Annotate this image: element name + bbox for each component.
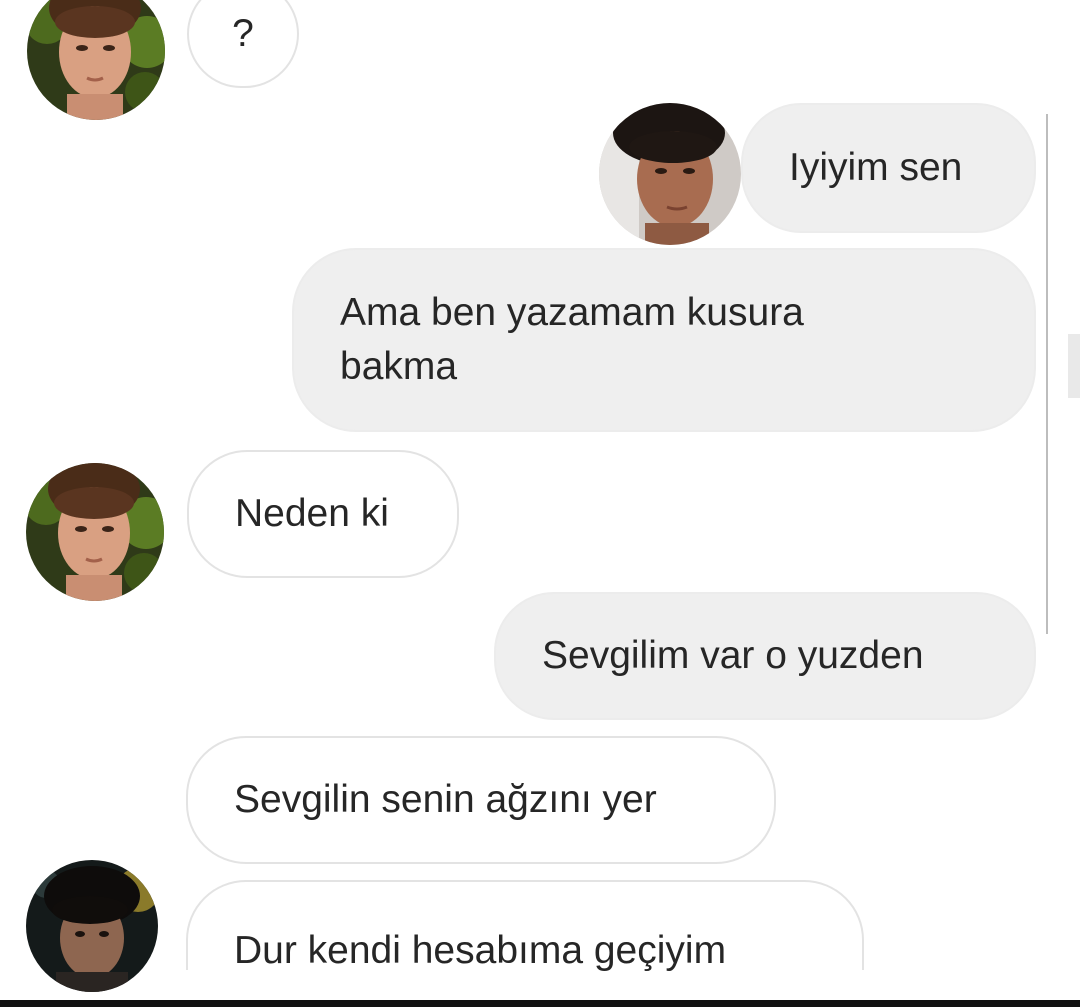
message-bubble-3[interactable]: Ama ben yazamam kusura bakma — [292, 248, 1036, 432]
message-bubble-5[interactable]: Sevgilim var o yuzden — [494, 592, 1036, 720]
message-bubble-4[interactable]: Neden ki — [187, 450, 459, 578]
contact-avatar[interactable] — [27, 0, 165, 120]
message-text: ? — [232, 12, 254, 55]
contact-avatar[interactable] — [26, 463, 164, 601]
message-text: Sevgilim var o yuzden — [542, 634, 924, 677]
scrollbar-track[interactable] — [1046, 114, 1048, 634]
message-bubble-6[interactable]: Sevgilin senin ağzını yer — [186, 736, 776, 864]
self-avatar-photo-icon — [599, 103, 741, 245]
contact-avatar-photo-icon — [27, 0, 165, 120]
message-text: Dur kendi hesabıma geçiyim — [234, 929, 727, 972]
message-thread: ? Iyiyim sen Ama ben yazamam kusura bakm… — [0, 0, 1080, 1000]
bottom-edge-bar — [0, 1000, 1080, 1007]
message-text: Ama ben yazamam kusura bakma — [340, 291, 804, 388]
self-avatar[interactable] — [599, 103, 741, 245]
scrollbar-handle[interactable] — [1068, 334, 1080, 398]
message-bubble-1[interactable]: ? — [187, 0, 299, 88]
message-bubble-7[interactable]: Dur kendi hesabıma geçiyim — [186, 880, 864, 972]
contact-avatar-photo-icon — [26, 463, 164, 601]
alt-account-avatar-photo-icon — [26, 860, 158, 992]
alt-account-avatar[interactable] — [26, 860, 158, 992]
message-bubble-2[interactable]: Iyiyim sen — [741, 103, 1036, 233]
message-text: Iyiyim sen — [789, 146, 963, 189]
message-text: Sevgilin senin ağzını yer — [234, 778, 657, 821]
message-text: Neden ki — [235, 492, 389, 535]
